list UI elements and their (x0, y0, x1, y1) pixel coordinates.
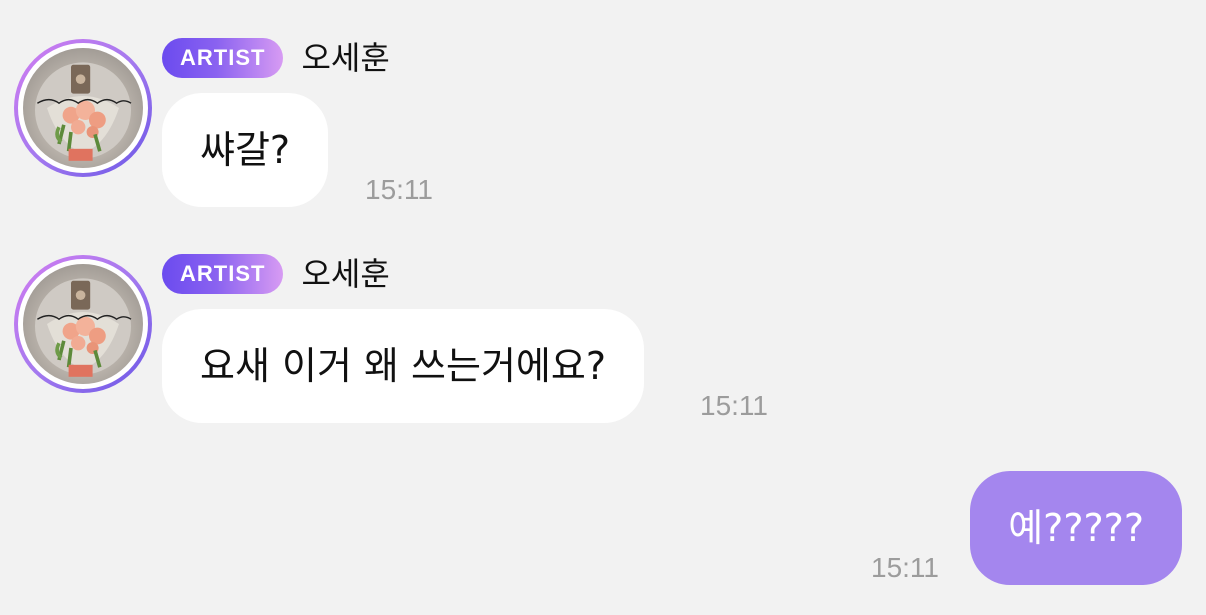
bouquet-illustration (35, 62, 132, 161)
my-message-bubble[interactable]: 예????? (970, 471, 1182, 585)
bouquet-photo-icon (23, 48, 143, 168)
artist-badge: ARTIST (162, 38, 284, 78)
message-timestamp: 15:11 (700, 390, 768, 421)
message-bubble[interactable]: 쌰갈? (162, 93, 329, 207)
message-timestamp: 15:11 (365, 174, 433, 205)
avatar-ring (18, 43, 148, 173)
artist-avatar[interactable] (14, 255, 152, 393)
sender-name[interactable]: 오세훈 (301, 254, 389, 294)
bouquet-photo-icon (23, 264, 143, 384)
reply-timestamp: 15:11 (871, 552, 939, 583)
message-bubble[interactable]: 요새 이거 왜 쓰는거에요? (162, 309, 645, 423)
artist-avatar[interactable] (14, 39, 152, 177)
sender-row: ARTIST 오세훈 (162, 38, 390, 78)
sender-row: ARTIST 오세훈 (162, 254, 390, 294)
bouquet-illustration (35, 278, 132, 377)
sender-name[interactable]: 오세훈 (301, 38, 389, 78)
avatar-ring (18, 259, 148, 389)
artist-badge: ARTIST (162, 254, 284, 294)
